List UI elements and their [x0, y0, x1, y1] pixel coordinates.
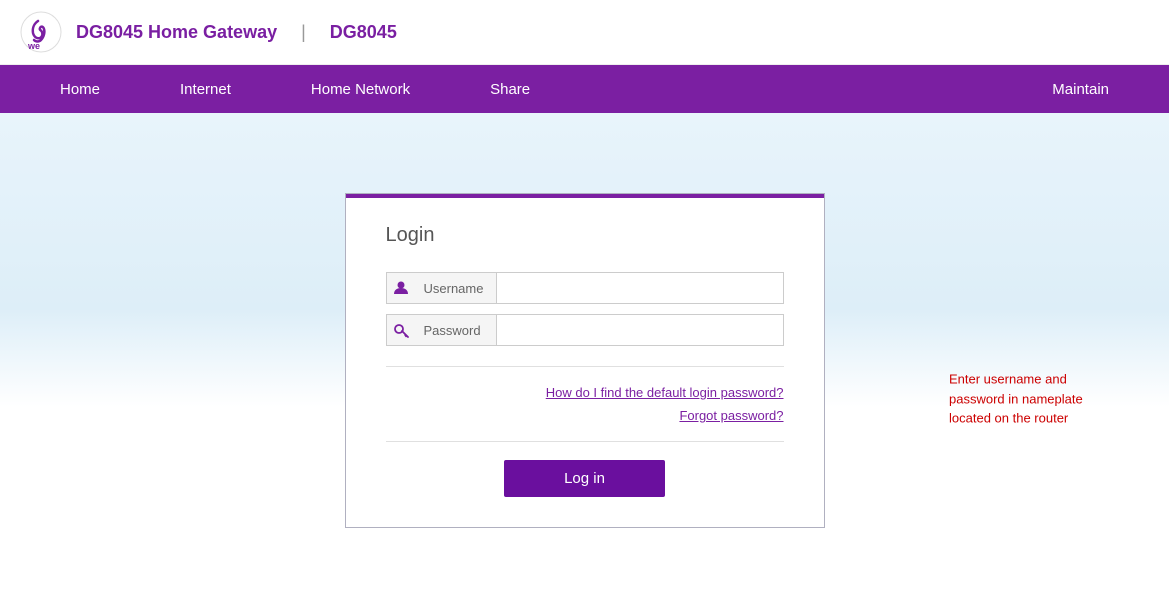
logo-area: we DG8045 Home Gateway | DG8045 [20, 11, 397, 53]
username-row: Username [386, 272, 784, 304]
password-input[interactable] [496, 314, 784, 346]
side-note: Enter username and password in nameplate… [949, 370, 1109, 429]
password-row: Password [386, 314, 784, 346]
login-button[interactable]: Log in [504, 460, 665, 497]
header-title: DG8045 Home Gateway [76, 22, 277, 43]
password-label: Password [416, 314, 496, 346]
navbar: Home Internet Home Network Share Maintai… [0, 65, 1169, 113]
login-card: Login Username [345, 193, 825, 528]
nav-item-share[interactable]: Share [450, 65, 570, 113]
header: we DG8045 Home Gateway | DG8045 [0, 0, 1169, 65]
form-fields: Username Password [386, 272, 784, 346]
we-logo: we [20, 11, 62, 53]
nav-item-maintain[interactable]: Maintain [1012, 65, 1149, 113]
header-divider: | [301, 22, 306, 43]
nav-item-home[interactable]: Home [20, 65, 140, 113]
key-icon [386, 314, 416, 346]
user-icon [386, 272, 416, 304]
username-label: Username [416, 272, 496, 304]
header-model: DG8045 [330, 22, 397, 43]
links-area: How do I find the default login password… [386, 366, 784, 423]
login-title: Login [386, 224, 784, 247]
nav-item-home-network[interactable]: Home Network [271, 65, 450, 113]
default-password-link[interactable]: How do I find the default login password… [386, 385, 784, 400]
card-footer: Log in [386, 441, 784, 497]
forgot-password-link[interactable]: Forgot password? [386, 408, 784, 423]
username-input[interactable] [496, 272, 784, 304]
svg-text:we: we [27, 41, 40, 51]
nav-item-internet[interactable]: Internet [140, 65, 271, 113]
main-content: Login Username [0, 113, 1169, 603]
